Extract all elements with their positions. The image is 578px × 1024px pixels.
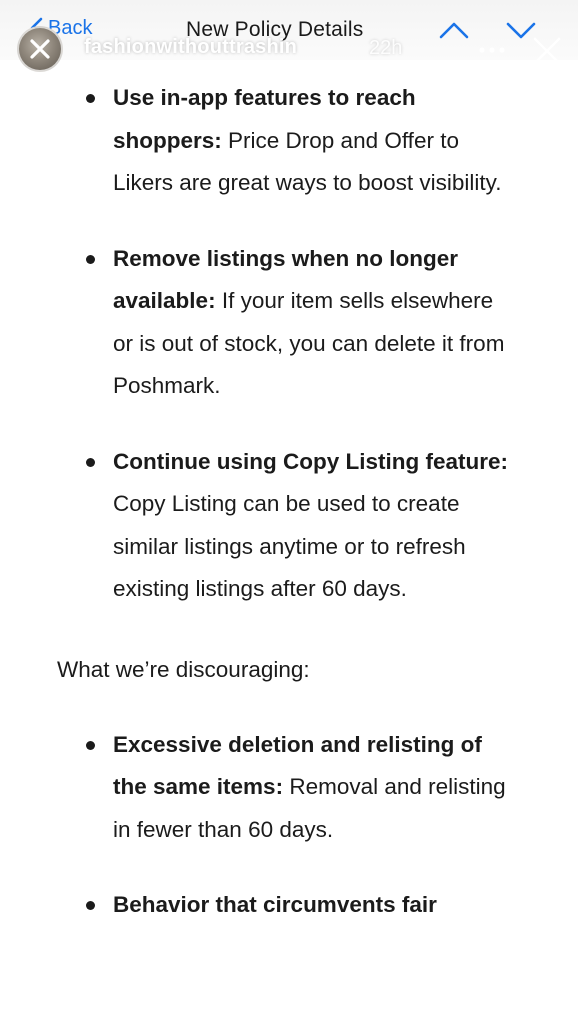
story-username[interactable]: fashionwithouttrashin bbox=[84, 36, 297, 59]
bullet-heading: Continue using Copy Listing feature: bbox=[113, 448, 508, 474]
list-item: Continue using Copy Listing feature: Cop… bbox=[0, 441, 578, 611]
list-item: Remove listings when no longer available… bbox=[0, 238, 578, 408]
policy-content: Use in-app features to reach shoppers: P… bbox=[0, 60, 578, 927]
list-item: Use in-app features to reach shoppers: P… bbox=[0, 77, 578, 205]
close-icon[interactable] bbox=[532, 36, 562, 66]
section-heading: What we’re discouraging: bbox=[57, 656, 310, 682]
bullet-heading: Behavior that circumvents fair bbox=[113, 892, 437, 917]
story-timestamp: 22h bbox=[369, 37, 403, 59]
discouraged-list: Excessive deletion and relisting of the … bbox=[0, 724, 578, 927]
bullet-text: Copy Listing can be used to create simil… bbox=[113, 491, 466, 601]
list-item: Excessive deletion and relisting of the … bbox=[0, 724, 578, 852]
list-item: Behavior that circumvents fair bbox=[0, 884, 578, 927]
close-icon[interactable] bbox=[29, 38, 51, 60]
more-horizontal-icon[interactable] bbox=[478, 46, 506, 54]
story-header: fashionwithouttrashin 22h bbox=[0, 0, 578, 80]
encouraged-list: Use in-app features to reach shoppers: P… bbox=[0, 77, 578, 611]
